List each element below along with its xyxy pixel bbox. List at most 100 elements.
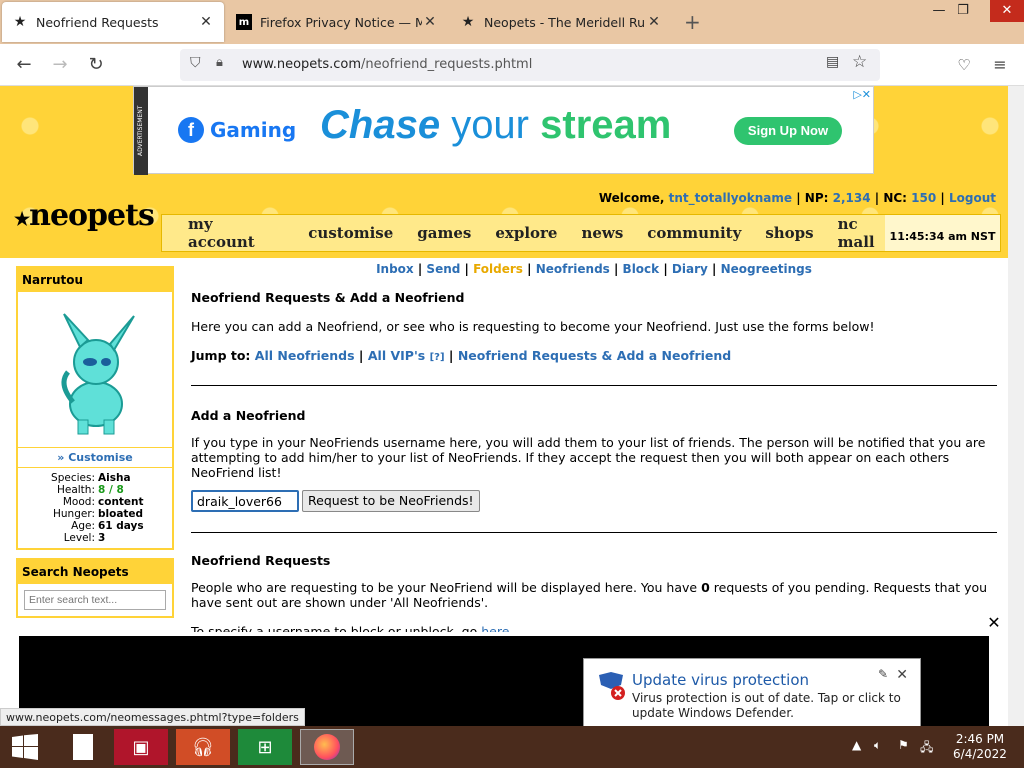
nav-explore[interactable]: explore [495, 224, 557, 242]
pocket-icon[interactable]: ♡ [952, 53, 976, 77]
nst-clock: 11:45:34 am NST [885, 215, 1000, 251]
divider [191, 532, 997, 533]
sign-up-button[interactable]: Sign Up Now [734, 117, 842, 145]
scrollbar[interactable] [1008, 86, 1024, 726]
nav-my-account[interactable]: my account [188, 215, 284, 251]
star-icon: ★ [13, 14, 27, 30]
status-url: www.neopets.com/neomessages.phtml?type=f… [0, 708, 305, 726]
np-balance[interactable]: 2,134 [833, 191, 871, 205]
file-icon[interactable] [56, 729, 110, 765]
star-icon: ★ [14, 209, 30, 230]
stat-hunger: Hunger: bloated [53, 508, 144, 520]
pet-name: Narrutou [18, 268, 172, 292]
store-icon[interactable]: ⊞ [238, 729, 292, 765]
url-bar[interactable]: ⛉ 🔒︎ www.neopets.com/neofriend_requests.… [180, 49, 880, 81]
webpage: ADVERTISEMENT f Gaming Chase your stream … [0, 86, 1008, 632]
star-icon: ★ [461, 14, 475, 30]
subnav-neofriends[interactable]: Neofriends [536, 262, 610, 276]
search-input[interactable] [24, 590, 166, 610]
stat-health: Health: 8 / 8 [56, 484, 124, 496]
toast-body: Virus protection is out of date. Tap or … [632, 691, 901, 720]
toast-close-icon[interactable]: ✕ [896, 667, 908, 683]
aisha-pet-icon [61, 313, 135, 435]
add-neofriend-form: draik_lover66 Request to be NeoFriends! [191, 490, 997, 512]
media-app-icon[interactable]: ▣ [114, 729, 168, 765]
windows-icon [12, 734, 38, 760]
username-link[interactable]: tnt_totallyokname [669, 191, 792, 205]
customise-link[interactable]: » Customise [18, 448, 172, 468]
close-icon[interactable]: ✕ [422, 14, 438, 30]
forward-button[interactable]: → [48, 53, 72, 77]
facebook-gaming-logo: f Gaming [178, 117, 296, 143]
close-window-button[interactable]: ✕ [990, 0, 1024, 22]
virus-protection-toast[interactable]: Update virus protection Virus protection… [583, 658, 921, 730]
start-button[interactable] [0, 729, 50, 765]
reload-button[interactable]: ↻ [84, 53, 108, 77]
restore-button[interactable]: ❐ [946, 0, 980, 22]
new-tab-button[interactable]: + [684, 10, 701, 34]
subnav-block[interactable]: Block [623, 262, 660, 276]
neomessages-subnav: Inbox | Send | Folders | Neofriends | Bl… [376, 262, 812, 276]
search-title: Search Neopets [18, 560, 172, 584]
request-neofriend-button[interactable]: Request to be NeoFriends! [302, 490, 480, 512]
shield-icon[interactable]: ⛉ [190, 55, 201, 71]
network-icon[interactable]: 🖧︎ [920, 738, 933, 759]
tab-label: Neofriend Requests [36, 14, 159, 30]
tab-label: Neopets - The Meridell Rubbish [484, 14, 646, 30]
neofriend-username-input[interactable]: draik_lover66 [191, 490, 299, 512]
block-here-link[interactable]: here [481, 624, 509, 632]
nav-games[interactable]: games [417, 224, 471, 242]
neopets-logo[interactable]: ★neopets [14, 198, 155, 233]
divider [191, 385, 997, 386]
bookmark-star-icon[interactable]: ☆ [852, 52, 867, 72]
advertisement[interactable]: ADVERTISEMENT f Gaming Chase your stream … [133, 86, 874, 175]
nav-community[interactable]: community [647, 224, 741, 242]
close-icon[interactable]: ✕ [198, 14, 214, 30]
pet-image[interactable] [18, 292, 172, 448]
site-header: ADVERTISEMENT f Gaming Chase your stream … [0, 86, 1008, 258]
music-app-icon[interactable]: 🎧︎ [176, 729, 230, 765]
clock[interactable]: 2:46 PM 6/4/2022 [950, 732, 1010, 762]
vip-help-link[interactable]: [?] [430, 352, 445, 363]
logout-link[interactable]: Logout [949, 191, 996, 205]
windows-defender-icon [599, 672, 625, 700]
jump-all-neofriends[interactable]: All Neofriends [255, 348, 355, 363]
jump-requests[interactable]: Neofriend Requests & Add a Neofriend [458, 348, 731, 363]
back-button[interactable]: ← [12, 53, 36, 77]
firefox-icon[interactable] [300, 729, 354, 765]
intro-text: Here you can add a Neofriend, or see who… [191, 319, 875, 334]
defender-warning-icon[interactable]: ⚑ [898, 738, 909, 752]
close-icon[interactable]: ✕ [646, 14, 662, 30]
tab-neofriend-requests[interactable]: ★ Neofriend Requests ✕ [2, 2, 224, 42]
requests-text: People who are requesting to be your Neo… [191, 580, 988, 610]
subnav-folders[interactable]: Folders [473, 262, 523, 276]
pin-icon[interactable]: ✎ [878, 667, 888, 681]
stat-mood: Mood: content [62, 496, 144, 508]
search-panel: Search Neopets [16, 558, 174, 618]
lock-icon[interactable]: 🔒︎ [216, 55, 223, 70]
subnav-inbox[interactable]: Inbox [376, 262, 414, 276]
tab-label: Firefox Privacy Notice — Mozilla [260, 14, 422, 30]
subnav-send[interactable]: Send [426, 262, 460, 276]
nav-shops[interactable]: shops [765, 224, 813, 242]
nav-customise[interactable]: customise [308, 224, 393, 242]
jump-to: Jump to: All Neofriends | All VIP's [?] … [191, 348, 732, 363]
subnav-neogreetings[interactable]: Neogreetings [721, 262, 812, 276]
ad-headline: Chase your stream [320, 103, 672, 147]
ad-close-icon[interactable]: ▷✕ [853, 88, 871, 101]
reader-view-icon[interactable]: ▤ [826, 54, 839, 70]
jump-all-vips[interactable]: All VIP's [368, 348, 425, 363]
tray-chevron-icon[interactable]: ▲ [852, 738, 861, 752]
menu-icon[interactable]: ≡ [988, 53, 1012, 77]
ad-side-label: ADVERTISEMENT [134, 87, 148, 175]
nav-news[interactable]: news [581, 224, 623, 242]
nc-balance[interactable]: 150 [911, 191, 936, 205]
tab-meridell-rubbish[interactable]: ★ Neopets - The Meridell Rubbish ✕ [450, 2, 672, 42]
navigation-bar: ← → ↻ ⛉ 🔒︎ www.neopets.com/neofriend_req… [0, 44, 1024, 86]
subnav-diary[interactable]: Diary [672, 262, 708, 276]
tab-firefox-privacy[interactable]: m Firefox Privacy Notice — Mozilla ✕ [226, 2, 448, 42]
main-content: Inbox | Send | Folders | Neofriends | Bl… [191, 262, 997, 632]
url-text[interactable]: www.neopets.com/neofriend_requests.phtml [242, 57, 532, 72]
video-close-icon[interactable]: ✕ [984, 613, 1004, 633]
volume-muted-icon[interactable]: 🔈︎ [874, 738, 881, 753]
